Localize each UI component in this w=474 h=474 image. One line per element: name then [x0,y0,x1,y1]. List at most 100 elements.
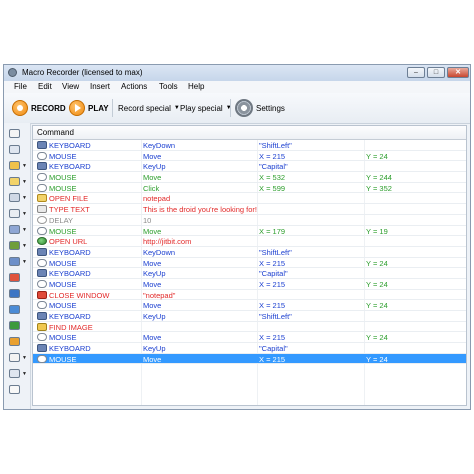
command-type-cell: OPEN FILE [49,194,89,204]
command-type-cell: KEYBOARD [49,247,91,257]
settings-button[interactable]: Settings [235,99,285,117]
toolbar-separator [230,99,231,117]
command-param1-cell: "Capital" [259,162,288,172]
command-param2-cell: Y = 24 [366,151,388,161]
window-icon[interactable] [9,193,20,202]
play-button[interactable]: PLAY [69,99,109,117]
info-icon[interactable] [9,305,20,314]
pencil-icon[interactable] [9,241,20,250]
stop-icon[interactable] [9,273,20,282]
menu-actions[interactable]: Actions [121,82,147,91]
table-row[interactable]: OPEN URL http://jitbit.com [33,236,466,247]
command-action-cell: KeyUp [143,162,166,172]
command-type-cell: MOUSE [49,173,77,183]
disk-icon[interactable] [9,289,20,298]
play-icon [69,100,85,116]
text-box-icon[interactable] [9,225,20,234]
table-row[interactable]: TYPE TEXT This is the droid you're lookin… [33,204,466,215]
command-type-cell: KEYBOARD [49,141,91,150]
undo-icon[interactable] [9,129,20,138]
chevron-down-icon[interactable]: ▼ [22,163,27,169]
table-row[interactable]: MOUSE Move X = 532 Y = 244 [33,172,466,183]
folder-icon[interactable] [9,177,20,186]
chevron-down-icon[interactable]: ▼ [22,227,27,233]
command-type-cell: KEYBOARD [49,344,91,354]
table-row[interactable]: KEYBOARD KeyUp "Capital" [33,343,466,354]
table-row[interactable]: KEYBOARD KeyDown "ShiftLeft" [33,140,466,151]
table-row[interactable]: KEYBOARD KeyUp "ShiftLeft" [33,311,466,322]
chevron-down-icon[interactable]: ▼ [22,371,27,377]
command-param2-cell: Y = 244 [366,173,392,183]
menu-file[interactable]: File [14,82,27,91]
script-icon[interactable] [9,337,20,346]
table-row[interactable]: CLOSE WINDOW "notepad" [33,290,466,301]
table-row[interactable]: KEYBOARD KeyUp "Capital" [33,161,466,173]
command-action-cell: KeyUp [143,312,166,321]
command-type-cell: DELAY [49,215,74,225]
record-button[interactable]: RECORD [12,99,66,117]
table-row[interactable]: DELAY 10 [33,215,466,226]
table-row[interactable]: KEYBOARD KeyDown "ShiftLeft" [33,247,466,258]
command-action-cell: "notepad" [143,290,176,300]
menu-edit[interactable]: Edit [38,82,52,91]
chevron-down-icon[interactable]: ▼ [22,259,27,265]
keyboard-icon [37,312,47,320]
mouse-icon [37,333,47,342]
chevron-down-icon[interactable]: ▼ [22,243,27,249]
if-icon[interactable] [9,353,20,362]
table-row[interactable]: OPEN FILE notepad [33,193,466,205]
grid-header: Command [33,126,466,140]
chevron-down-icon[interactable]: ▼ [22,179,27,185]
mouse-icon [37,183,47,192]
command-action-cell: KeyUp [143,269,166,279]
chevron-down-icon[interactable]: ▼ [22,195,27,201]
table-row[interactable]: MOUSE Move X = 179 Y = 19 [33,226,466,237]
table-row[interactable]: KEYBOARD KeyUp "Capital" [33,268,466,279]
chevron-down-icon[interactable]: ▼ [22,355,27,361]
play-special-button[interactable]: Play special ▼ [180,99,232,117]
command-grid[interactable]: Command KEYBOARD KeyDown "ShiftLeft" MOUSE M… [32,125,467,406]
table-row[interactable]: MOUSE Move X = 215 Y = 24 [33,151,466,162]
command-param2-cell: Y = 24 [366,258,388,268]
table-row[interactable]: MOUSE Move X = 215 Y = 24 [33,353,466,365]
gear-icon [235,99,253,117]
command-param1-cell: "ShiftLeft" [259,312,292,321]
insert-sidebar: ▼ ▼ ▼ ▼ ▼ ▼ ▼ ▼ ▼ [4,123,31,409]
menu-insert[interactable]: Insert [90,82,110,91]
menu-tools[interactable]: Tools [159,82,178,91]
command-param1-cell: X = 179 [259,226,286,236]
close-button[interactable]: ✕ [447,67,469,78]
command-param2-cell: Y = 24 [366,279,388,289]
column-header-command[interactable]: Command [37,128,74,137]
minimize-button[interactable]: – [407,67,425,78]
chevron-down-icon[interactable]: ▼ [22,211,27,217]
table-row[interactable]: MOUSE Click X = 599 Y = 352 [33,183,466,194]
globe-icon[interactable] [9,321,20,330]
command-type-cell: MOUSE [49,354,77,364]
toolbar-separator [112,99,113,117]
maximize-button[interactable]: □ [427,67,445,78]
table-row[interactable]: MOUSE Move X = 215 Y = 24 [33,300,466,311]
command-param1-cell: X = 532 [259,173,286,183]
table-row[interactable]: MOUSE Move X = 215 Y = 24 [33,258,466,269]
screen-icon[interactable] [9,257,20,266]
mouse-icon [37,173,47,182]
command-action-cell: Move [143,258,162,268]
command-type-cell: KEYBOARD [49,162,91,172]
table-row[interactable]: MOUSE Move X = 215 Y = 24 [33,332,466,344]
record-special-button[interactable]: Record special ▼ [118,99,180,117]
table-row[interactable]: FIND IMAGE [33,322,466,333]
mouse-insert-icon[interactable] [9,145,20,154]
command-action-cell: KeyUp [143,344,166,354]
table-row[interactable]: MOUSE Move X = 215 Y = 24 [33,279,466,290]
command-action-cell: Move [143,301,162,311]
label-icon[interactable] [9,369,20,378]
menu-help[interactable]: Help [188,82,204,91]
menu-view[interactable]: View [62,82,79,91]
text-a-icon[interactable] [9,385,20,394]
record-icon [12,100,28,116]
title-bar[interactable]: Macro Recorder (licensed to max) – □ ✕ [4,65,470,81]
keyboard-insert-icon[interactable] [9,161,20,170]
toolbar: RECORD PLAY Record special ▼ Play specia… [4,93,470,124]
dialog-icon[interactable] [9,209,20,218]
